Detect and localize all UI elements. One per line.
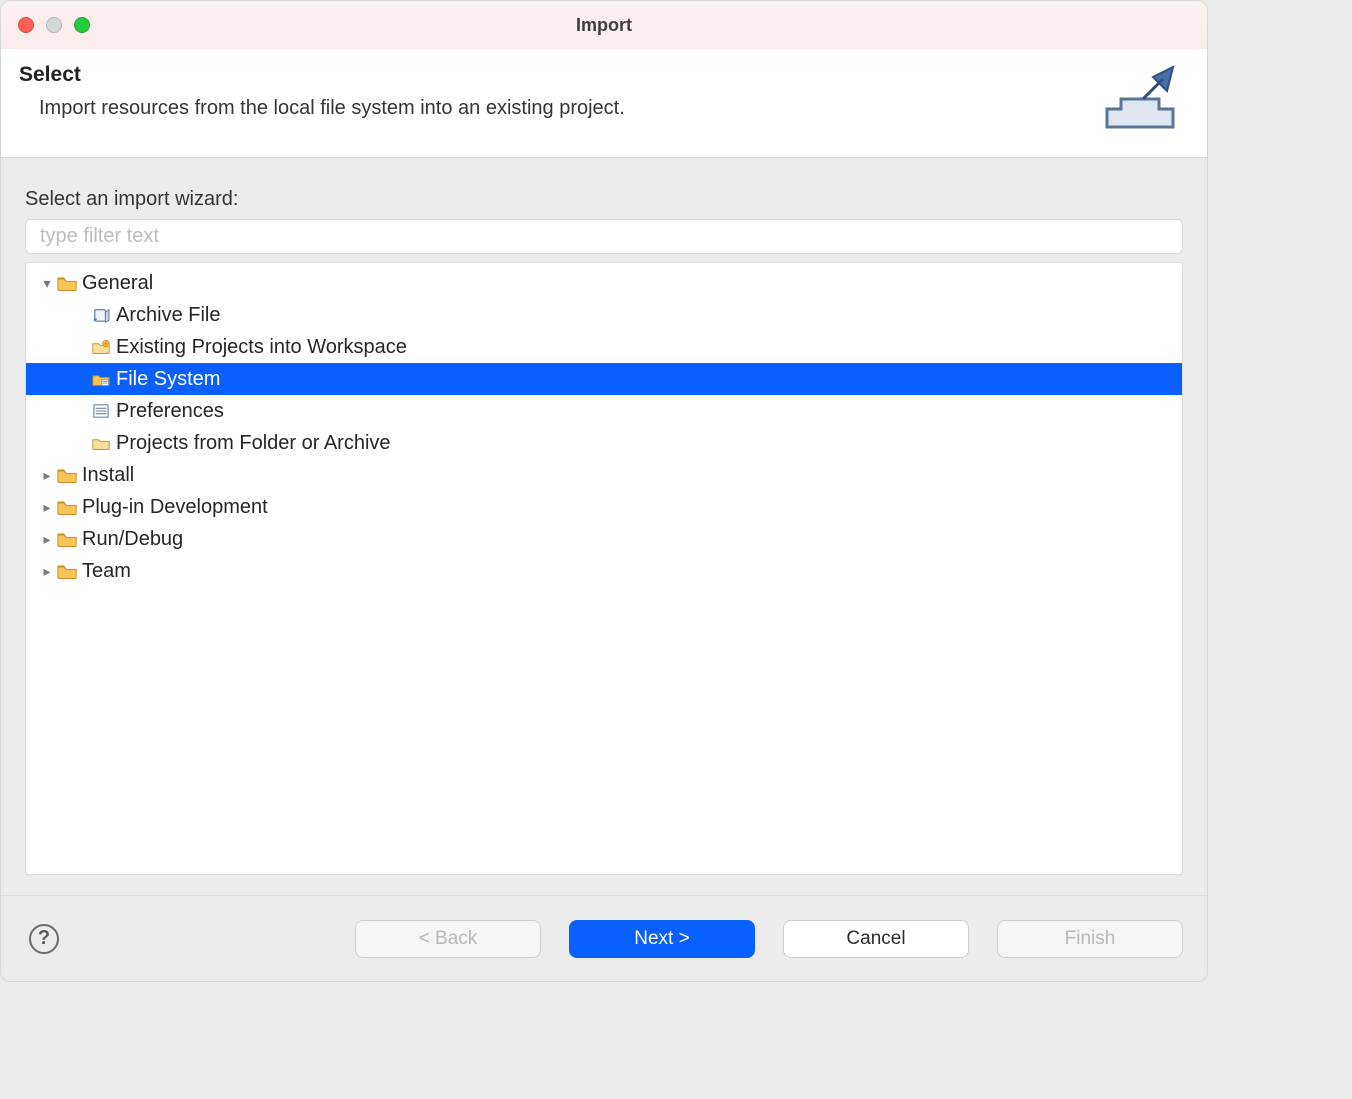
tree-item-label: Preferences	[116, 400, 224, 423]
wizard-tree[interactable]: ▾General▸Archive File▸Existing Projects …	[25, 262, 1183, 875]
folder-icon	[90, 435, 112, 451]
window-title: Import	[1, 15, 1207, 36]
tree-item-label: Archive File	[116, 304, 220, 327]
dialog-footer: ? < Back Next > Cancel Finish	[1, 895, 1207, 981]
next-button[interactable]: Next >	[569, 920, 755, 958]
chevron-right-icon[interactable]: ▸	[38, 499, 56, 516]
tree-category-label: Team	[82, 560, 131, 583]
tree-item-file-system[interactable]: ▸File System	[26, 363, 1182, 395]
window-controls	[1, 17, 90, 33]
tree-category-plugin-dev[interactable]: ▸ Plug-in Development	[26, 491, 1182, 523]
prefs-icon	[90, 403, 112, 419]
window-zoom-button[interactable]	[74, 17, 90, 33]
import-icon	[1095, 63, 1185, 133]
cancel-button[interactable]: Cancel	[783, 920, 969, 958]
tree-item-existing-projects[interactable]: ▸Existing Projects into Workspace	[26, 331, 1182, 363]
tree-item-preferences[interactable]: ▸Preferences	[26, 395, 1182, 427]
tree-item-label: Existing Projects into Workspace	[116, 336, 407, 359]
help-button[interactable]: ?	[29, 924, 59, 954]
tree-item-label: Projects from Folder or Archive	[116, 432, 391, 455]
dialog-header: Select Import resources from the local f…	[1, 49, 1207, 158]
project-icon	[90, 339, 112, 355]
back-button[interactable]: < Back	[355, 920, 541, 958]
window-close-button[interactable]	[18, 17, 34, 33]
tree-category-label: General	[82, 272, 153, 295]
tree-category-team[interactable]: ▸ Team	[26, 555, 1182, 587]
tree-item-label: File System	[116, 368, 220, 391]
page-description: Import resources from the local file sys…	[39, 97, 1095, 120]
chevron-right-icon[interactable]: ▸	[38, 467, 56, 484]
page-title: Select	[19, 63, 1095, 87]
tree-item-projects-from-folder[interactable]: ▸Projects from Folder or Archive	[26, 427, 1182, 459]
folder-icon	[56, 275, 78, 291]
tree-category-run-debug[interactable]: ▸ Run/Debug	[26, 523, 1182, 555]
tree-category-label: Run/Debug	[82, 528, 183, 551]
folder-icon	[56, 563, 78, 579]
chevron-right-icon[interactable]: ▸	[38, 563, 56, 580]
tree-category-label: Install	[82, 464, 134, 487]
filter-input[interactable]	[25, 219, 1183, 254]
window-minimize-button[interactable]	[46, 17, 62, 33]
finish-button[interactable]: Finish	[997, 920, 1183, 958]
wizard-select-label: Select an import wizard:	[25, 188, 1183, 211]
tree-category-install[interactable]: ▸ Install	[26, 459, 1182, 491]
chevron-down-icon[interactable]: ▾	[38, 275, 56, 292]
titlebar: Import	[1, 1, 1207, 49]
folder-icon	[56, 499, 78, 515]
filesystem-icon	[90, 371, 112, 387]
dialog-body: Select an import wizard: ▾General▸Archiv…	[1, 158, 1207, 895]
folder-icon	[56, 467, 78, 483]
tree-item-archive-file[interactable]: ▸Archive File	[26, 299, 1182, 331]
tree-category-label: Plug-in Development	[82, 496, 268, 519]
tree-category-general[interactable]: ▾ General	[26, 267, 1182, 299]
folder-icon	[56, 531, 78, 547]
archive-icon	[90, 307, 112, 323]
chevron-right-icon[interactable]: ▸	[38, 531, 56, 548]
